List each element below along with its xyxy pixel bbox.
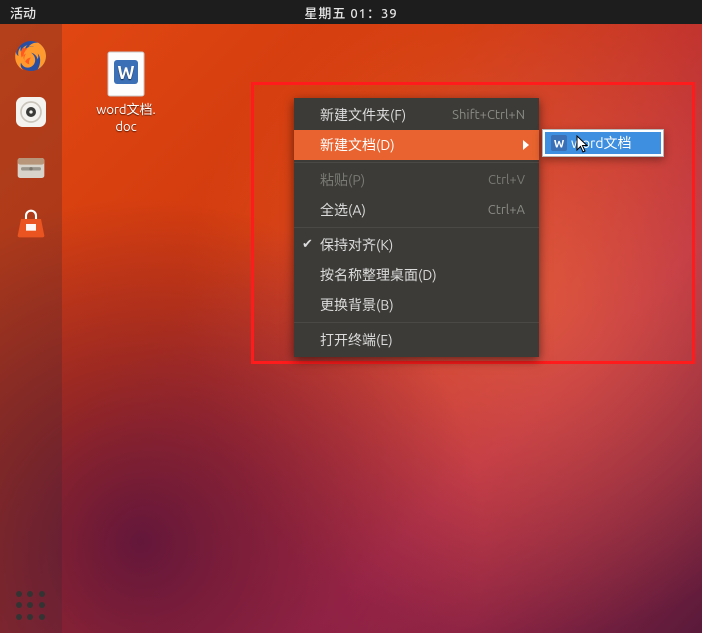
desktop-file-label: word文档. doc xyxy=(86,102,166,136)
desktop-context-menu: 新建文件夹(F) Shift+Ctrl+N 新建文档(D) 粘贴(P) Ctrl… xyxy=(294,98,539,357)
submenu-arrow-icon xyxy=(523,140,529,150)
menu-change-background[interactable]: 更换背景(B) xyxy=(294,290,539,320)
menu-separator xyxy=(294,322,539,323)
menu-select-all[interactable]: 全选(A) Ctrl+A xyxy=(294,195,539,225)
show-applications-button[interactable] xyxy=(16,591,46,621)
desktop-file-word[interactable]: W word文档. doc xyxy=(86,50,166,136)
dock-icon-files[interactable] xyxy=(7,144,55,192)
submenu-item-label: word文档 xyxy=(571,133,632,153)
dock xyxy=(0,24,62,633)
dock-icon-software[interactable] xyxy=(7,200,55,248)
menu-new-folder[interactable]: 新建文件夹(F) Shift+Ctrl+N xyxy=(294,100,539,130)
check-icon: ✔ xyxy=(302,237,313,252)
submenu-word-doc[interactable]: W word文档 xyxy=(545,132,661,154)
top-panel: 活动 星期五 01：39 xyxy=(0,0,702,24)
menu-paste: 粘贴(P) Ctrl+V xyxy=(294,165,539,195)
menu-separator xyxy=(294,162,539,163)
new-document-submenu: W word文档 xyxy=(542,129,664,157)
menu-organize-by-name[interactable]: 按名称整理桌面(D) xyxy=(294,260,539,290)
menu-new-document[interactable]: 新建文档(D) xyxy=(294,130,539,160)
clock[interactable]: 星期五 01：39 xyxy=(304,3,397,22)
activities-button[interactable]: 活动 xyxy=(10,3,36,22)
menu-keep-aligned[interactable]: ✔ 保持对齐(K) xyxy=(294,230,539,260)
dock-icon-firefox[interactable] xyxy=(7,32,55,80)
word-file-icon: W xyxy=(86,50,166,98)
menu-open-terminal[interactable]: 打开终端(E) xyxy=(294,325,539,355)
menu-separator xyxy=(294,227,539,228)
dock-icon-rhythmbox[interactable] xyxy=(7,88,55,136)
svg-text:W: W xyxy=(118,63,135,83)
word-template-icon: W xyxy=(551,135,567,151)
svg-text:W: W xyxy=(554,139,565,151)
